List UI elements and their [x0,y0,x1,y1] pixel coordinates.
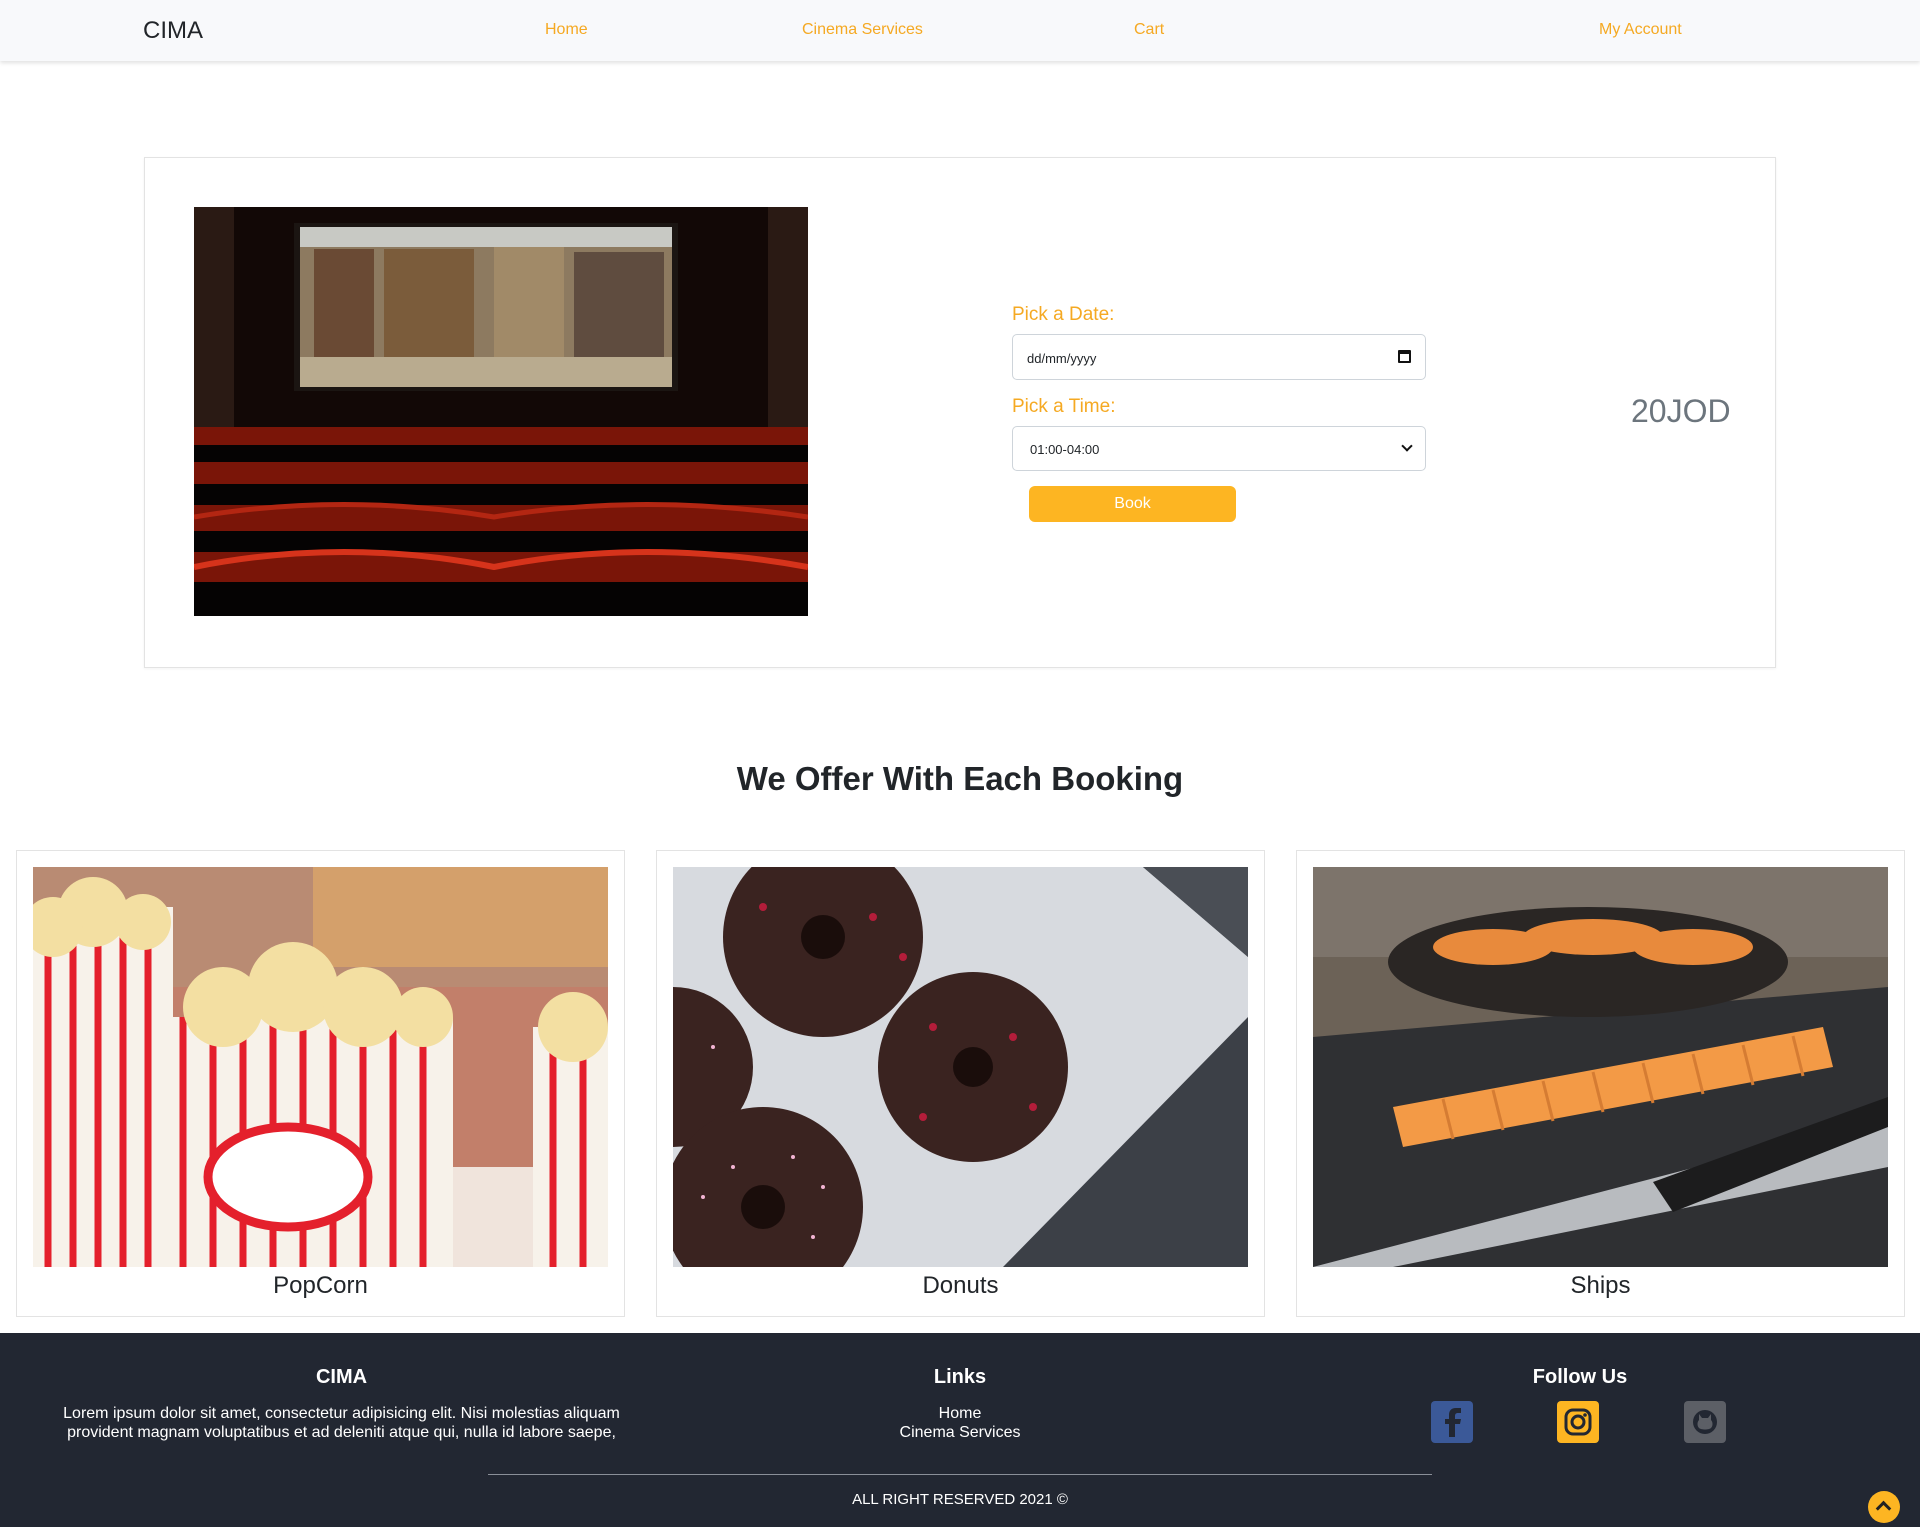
scroll-to-top-button[interactable] [1868,1491,1900,1523]
booking-card: Pick a Date: dd/mm/yyyy Pick a Time: 01:… [144,157,1776,668]
footer-divider [488,1474,1432,1475]
nav-link-cart[interactable]: Cart [1134,21,1164,39]
price-label: 20JOD [1631,393,1731,429]
offer-card-donuts: Donuts [656,850,1265,1317]
ships-image [1313,867,1888,1267]
offer-label-popcorn: PopCorn [273,1272,368,1299]
footer-about-text-2: provident magnam voluptatibus et ad dele… [67,1424,616,1441]
nav-link-home[interactable]: Home [545,21,588,39]
time-select[interactable]: 01:00-04:00 [1012,426,1426,471]
offer-label-ships: Ships [1570,1272,1631,1299]
date-input[interactable]: dd/mm/yyyy [1012,334,1426,380]
offer-label-donuts: Donuts [922,1272,999,1299]
cinema-image [194,207,808,616]
footer-about-title: CIMA [315,1366,368,1388]
footer: CIMA Lorem ipsum dolor sit amet, consect… [0,1333,1920,1527]
github-icon[interactable] [1684,1401,1726,1443]
footer-link-home[interactable]: Home [760,1404,1160,1423]
date-label: Pick a Date: [1012,304,1115,325]
footer-follow-title: Follow Us [1532,1366,1628,1388]
copyright: ALL RIGHT RESERVED 2021 © [852,1491,1068,1508]
instagram-icon[interactable] [1557,1401,1599,1443]
footer-links-title: Links [933,1366,987,1388]
chevron-up-icon [1875,1500,1892,1517]
brand-logo[interactable]: CIMA [143,17,203,45]
book-button[interactable]: Book [1029,486,1236,522]
donuts-image [673,867,1248,1267]
section-title: We Offer With Each Booking [736,760,1184,797]
date-input-value: dd/mm/yyyy [1027,351,1097,366]
nav-link-cinema-services[interactable]: Cinema Services [802,21,923,39]
calendar-icon[interactable] [1398,350,1411,363]
popcorn-image [33,867,608,1267]
time-select-value: 01:00-04:00 [1030,442,1100,457]
time-label: Pick a Time: [1012,396,1116,417]
offer-card-ships: Ships [1296,850,1905,1317]
facebook-icon[interactable] [1431,1401,1473,1443]
footer-about-text-1: Lorem ipsum dolor sit amet, consectetur … [63,1405,620,1422]
chevron-down-icon [1401,440,1413,452]
offer-card-popcorn: PopCorn [16,850,625,1317]
footer-link-cinema-services[interactable]: Cinema Services [760,1423,1160,1442]
navbar: CIMA Home Cinema Services Cart My Accoun… [0,0,1920,61]
nav-link-my-account[interactable]: My Account [1599,21,1682,39]
